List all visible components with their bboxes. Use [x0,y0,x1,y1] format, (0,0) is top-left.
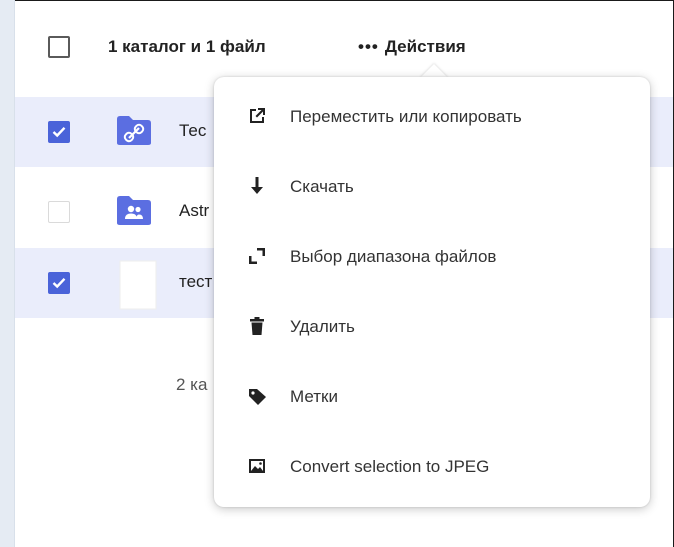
menu-pointer [420,64,448,78]
row-checkbox[interactable] [48,201,70,223]
actions-menu: Переместить или копировать Скачать Выбор… [214,77,650,507]
check-icon [52,126,66,138]
menu-item-download[interactable]: Скачать [214,159,650,215]
tag-icon [249,389,266,405]
menu-item-tags[interactable]: Метки [214,369,650,425]
blank-file-icon [119,260,157,310]
menu-item-delete[interactable]: Удалить [214,299,650,355]
actions-label: Действия [384,37,466,56]
selection-summary: 1 каталог и 1 файл [108,37,266,56]
file-name[interactable]: Astr [179,201,209,221]
menu-item-label: Удалить [290,317,355,336]
menu-item-label: Convert selection to JPEG [290,457,490,476]
menu-item-label: Переместить или копировать [290,107,522,126]
menu-item-label: Выбор диапазона файлов [290,247,497,266]
actions-button[interactable]: ••• Действия [358,37,466,57]
row-checkbox[interactable] [48,121,70,143]
download-arrow-icon [251,177,263,194]
image-icon [249,459,265,473]
range-select-icon [249,248,265,264]
file-name[interactable]: Тес [179,121,206,141]
menu-item-convert-jpeg[interactable]: Convert selection to JPEG [214,439,650,495]
open-external-icon [250,108,265,123]
more-dots-icon: ••• [358,37,379,56]
check-icon [52,277,66,289]
menu-item-move-copy[interactable]: Переместить или копировать [214,89,650,145]
file-list-header: 1 каталог и 1 файл ••• Действия [15,1,673,87]
menu-item-range-select[interactable]: Выбор диапазона файлов [214,229,650,285]
shared-link-folder-icon [117,116,151,145]
menu-item-label: Метки [290,387,338,406]
left-sidebar-edge [0,0,15,547]
items-count: 2 ка [176,375,208,394]
select-all-checkbox[interactable] [48,36,70,58]
trash-icon [250,317,264,335]
file-name[interactable]: тест [179,272,212,292]
group-folder-icon [117,196,151,225]
row-checkbox[interactable] [48,272,70,294]
menu-item-label: Скачать [290,177,354,196]
